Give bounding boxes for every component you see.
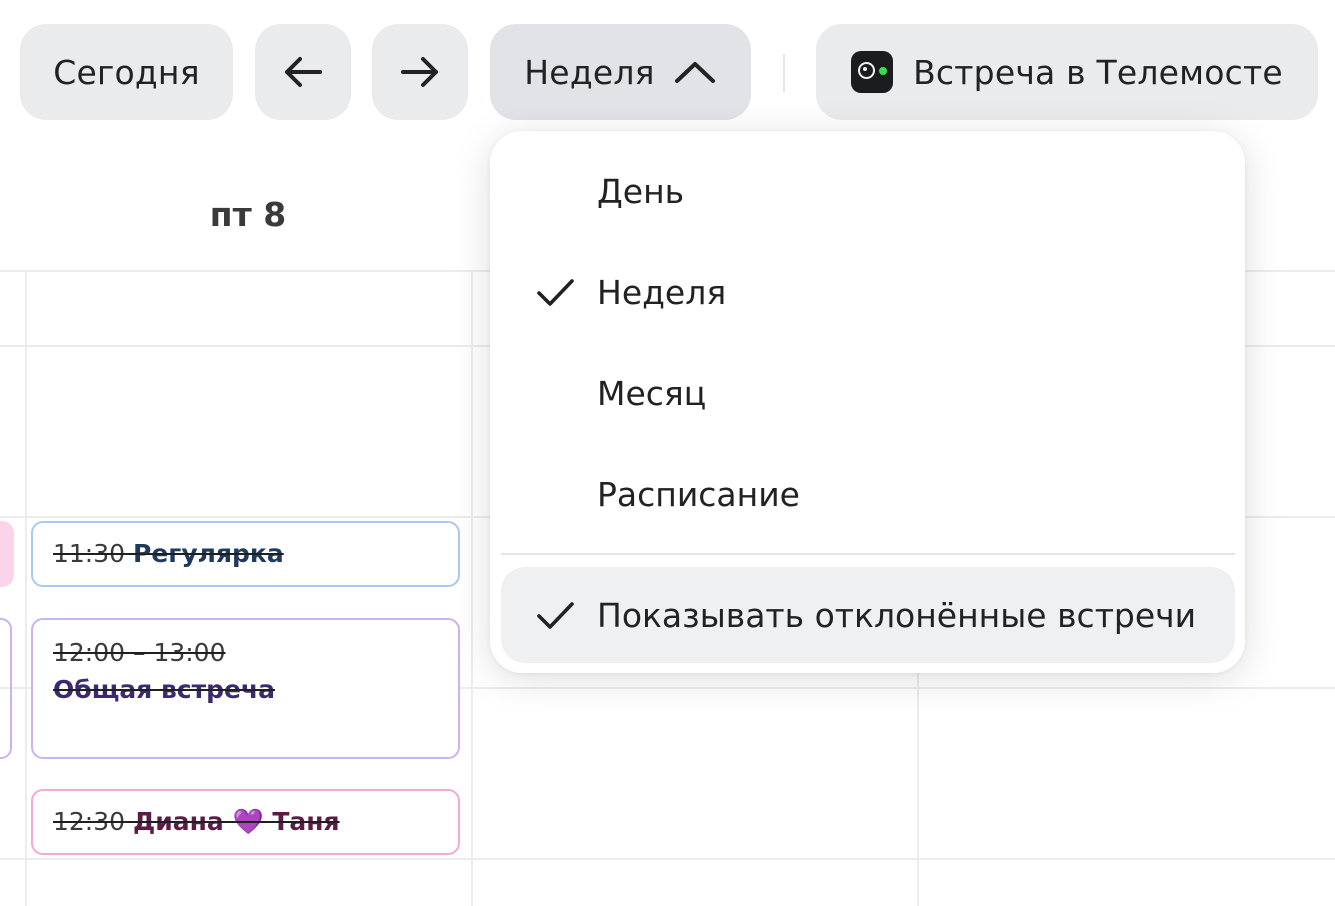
event-time: 12:00 – 13:00 [53, 638, 226, 667]
event-time: 12:30 [53, 807, 126, 836]
event-title: Регулярка [133, 539, 284, 568]
telemost-logo-icon [851, 51, 894, 93]
day-column-divider [471, 270, 473, 906]
day-column-divider [25, 270, 27, 906]
event-card[interactable]: 12:00 – 13:00 Общая встреча [31, 618, 460, 759]
menu-item-label: Месяц [597, 373, 707, 413]
menu-item-week[interactable]: Неделя [501, 244, 1235, 340]
grid-line [0, 858, 1335, 860]
day-header-friday: пт 8 [209, 195, 287, 234]
event-partial[interactable] [0, 521, 14, 587]
next-week-button[interactable] [372, 24, 468, 120]
chevron-up-icon [673, 58, 717, 86]
previous-week-button[interactable] [255, 24, 351, 120]
check-icon [535, 272, 575, 320]
menu-item-label: Неделя [597, 272, 727, 312]
check-icon [535, 595, 575, 643]
event-card[interactable]: 12:30 Диана 💜 Таня [31, 789, 460, 855]
menu-item-schedule[interactable]: Расписание [501, 446, 1235, 542]
menu-item-month[interactable]: Месяц [501, 345, 1235, 441]
menu-item-label: Расписание [597, 474, 800, 514]
telemost-button-label: Встреча в Телемосте [913, 52, 1283, 92]
menu-item-label: Показывать отклонённые встречи [597, 595, 1197, 635]
toolbar-divider [783, 54, 785, 92]
event-time: 11:30 [53, 539, 126, 568]
telemost-meeting-button[interactable]: Встреча в Телемосте [816, 24, 1318, 120]
event-title: Диана 💜 Таня [133, 807, 340, 836]
event-card[interactable]: 11:30 Регулярка [31, 521, 460, 587]
view-dropdown-menu: День Неделя Месяц Расписание Показывать … [490, 131, 1245, 673]
menu-item-show-declined[interactable]: Показывать отклонённые встречи [501, 567, 1235, 663]
today-button-label: Сегодня [53, 52, 200, 92]
menu-divider [501, 553, 1235, 555]
event-title: Общая встреча [53, 675, 275, 704]
today-button[interactable]: Сегодня [20, 24, 233, 120]
arrow-right-icon [399, 55, 441, 89]
arrow-left-icon [282, 55, 324, 89]
view-select-label: Неделя [524, 52, 655, 92]
event-partial[interactable] [0, 618, 12, 759]
menu-item-day[interactable]: День [501, 143, 1235, 239]
menu-item-label: День [597, 171, 685, 211]
view-select-button[interactable]: Неделя [490, 24, 751, 120]
